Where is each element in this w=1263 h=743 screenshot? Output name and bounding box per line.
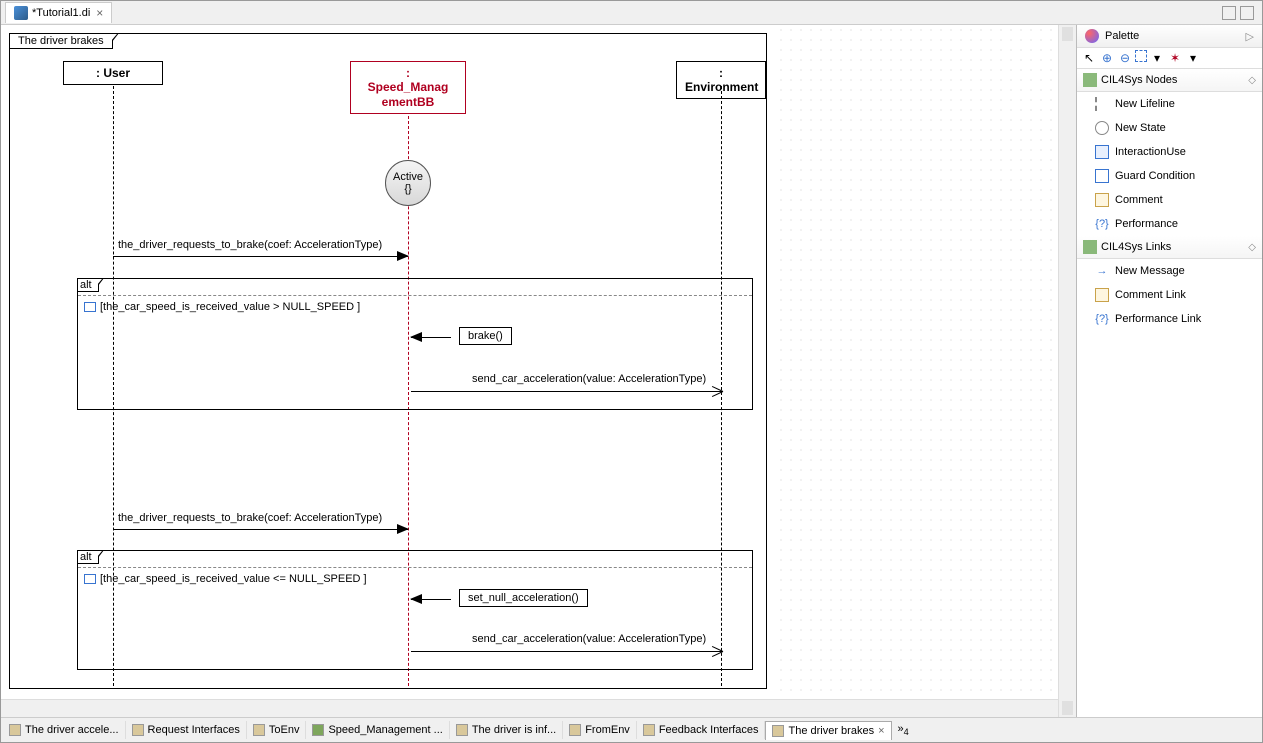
palette-title: Palette [1105, 30, 1139, 42]
guard-condition-1[interactable]: [the_car_speed_is_received_value > NULL_… [84, 301, 360, 313]
lifeline-user[interactable]: : User [63, 61, 163, 85]
alt-label: alt [77, 278, 99, 292]
alt-divider [78, 567, 752, 568]
palette-item-lifeline[interactable]: New Lifeline [1077, 92, 1262, 116]
comment-link-icon [1095, 288, 1109, 302]
diagram-icon [772, 725, 784, 737]
performance-link-icon: {?} [1095, 312, 1109, 326]
message-arrow[interactable] [411, 651, 722, 652]
vertical-scrollbar[interactable] [1058, 25, 1076, 717]
message-icon: → [1095, 264, 1109, 278]
file-icon [14, 6, 28, 20]
diagram-icon [456, 724, 468, 736]
comment-icon [1095, 193, 1109, 207]
palette-item-performance[interactable]: {?}Performance [1077, 212, 1262, 236]
message-label[interactable]: send_car_acceleration(value: Acceleratio… [472, 633, 706, 645]
pointer-tool-icon[interactable]: ↖ [1081, 50, 1097, 66]
self-message-arrow [411, 599, 451, 600]
self-message-arrow [411, 337, 451, 338]
close-icon[interactable]: × [96, 6, 103, 20]
palette-section-links[interactable]: CIL4Sys Links ◇ [1077, 236, 1262, 259]
message-label[interactable]: the_driver_requests_to_brake(coef: Accel… [118, 512, 382, 524]
more-tabs[interactable]: »4 [892, 720, 915, 740]
editor-tab-title: *Tutorial1.di [32, 7, 90, 19]
diagram-icon [643, 724, 655, 736]
diagram-icon [569, 724, 581, 736]
alt-label: alt [77, 550, 99, 564]
marquee-tool-icon[interactable] [1135, 50, 1147, 62]
state-active[interactable]: Active {} [385, 160, 431, 206]
diagram-tab[interactable]: ToEnv [247, 721, 307, 739]
message-arrow[interactable] [411, 391, 722, 392]
canvas-dotted-background [776, 25, 1076, 717]
diagram-tab[interactable]: The driver is inf... [450, 721, 563, 739]
diagram-tab[interactable]: Speed_Management ... [306, 721, 449, 739]
interactionuse-icon [1095, 145, 1109, 159]
self-message-brake[interactable]: brake() [459, 327, 512, 345]
palette-icon [1085, 29, 1099, 43]
frame-label[interactable]: The driver brakes [9, 33, 113, 49]
palette: Palette ▷ ↖ ⊕ ⊖ ▾ ✶ ▾ CIL4Sys Nodes ◇ Ne… [1076, 25, 1262, 717]
chevron-right-icon[interactable]: ▷ [1246, 30, 1254, 43]
palette-section-nodes[interactable]: CIL4Sys Nodes ◇ [1077, 69, 1262, 92]
maximize-icon[interactable] [1240, 6, 1254, 20]
diagram-tab-bar: The driver accele... Request Interfaces … [1, 717, 1262, 742]
diagram-tab[interactable]: FromEnv [563, 721, 637, 739]
main-area: The driver brakes : User :Speed_Manageme… [1, 25, 1262, 717]
state-icon [1095, 121, 1109, 135]
lifeline-icon [1095, 97, 1109, 111]
performance-icon: {?} [1095, 217, 1109, 231]
diagram-icon [9, 724, 21, 736]
palette-item-message[interactable]: →New Message [1077, 259, 1262, 283]
close-icon[interactable]: × [878, 725, 884, 737]
minimize-icon[interactable] [1222, 6, 1236, 20]
guard-icon [84, 574, 96, 584]
lifeline-speed[interactable]: :Speed_ManagementBB [350, 61, 466, 114]
palette-item-perflink[interactable]: {?}Performance Link [1077, 307, 1262, 331]
palette-item-guard[interactable]: Guard Condition [1077, 164, 1262, 188]
guard-condition-2[interactable]: [the_car_speed_is_received_value <= NULL… [84, 573, 367, 585]
diagram-icon [312, 724, 324, 736]
section-icon [1083, 240, 1097, 254]
diagram-canvas[interactable]: The driver brakes : User :Speed_Manageme… [1, 25, 1076, 717]
self-message-setnull[interactable]: set_null_acceleration() [459, 589, 588, 607]
editor-tab[interactable]: *Tutorial1.di × [5, 2, 112, 23]
message-arrow[interactable] [113, 529, 408, 530]
alt-fragment-1[interactable]: alt [the_car_speed_is_received_value > N… [77, 278, 753, 410]
diagram-tab[interactable]: The driver accele... [3, 721, 126, 739]
message-label[interactable]: the_driver_requests_to_brake(coef: Accel… [118, 239, 382, 251]
collapse-icon[interactable]: ◇ [1248, 75, 1256, 86]
palette-item-commentlink[interactable]: Comment Link [1077, 283, 1262, 307]
palette-item-interactionuse[interactable]: InteractionUse [1077, 140, 1262, 164]
diagram-tab[interactable]: Request Interfaces [126, 721, 247, 739]
alt-fragment-2[interactable]: alt [the_car_speed_is_received_value <= … [77, 550, 753, 670]
window-controls [1222, 6, 1254, 20]
connector-tool-icon[interactable]: ✶ [1167, 50, 1183, 66]
editor-tab-bar: *Tutorial1.di × [1, 1, 1262, 25]
alt-divider [78, 295, 752, 296]
collapse-icon[interactable]: ◇ [1248, 242, 1256, 253]
guard-icon [84, 302, 96, 312]
palette-item-comment[interactable]: Comment [1077, 188, 1262, 212]
zoom-in-icon[interactable]: ⊕ [1099, 50, 1115, 66]
horizontal-scrollbar[interactable] [1, 699, 1058, 717]
diagram-icon [253, 724, 265, 736]
dropdown-icon[interactable]: ▾ [1185, 50, 1201, 66]
palette-tools: ↖ ⊕ ⊖ ▾ ✶ ▾ [1077, 48, 1262, 69]
dropdown-icon[interactable]: ▾ [1149, 50, 1165, 66]
diagram-tab-active[interactable]: The driver brakes× [765, 721, 891, 740]
palette-header[interactable]: Palette ▷ [1077, 25, 1262, 48]
section-icon [1083, 73, 1097, 87]
diagram-tab[interactable]: Feedback Interfaces [637, 721, 766, 739]
interaction-frame[interactable]: The driver brakes : User :Speed_Manageme… [9, 33, 767, 689]
palette-item-state[interactable]: New State [1077, 116, 1262, 140]
diagram-icon [132, 724, 144, 736]
message-arrow[interactable] [113, 256, 408, 257]
guard-icon [1095, 169, 1109, 183]
message-label[interactable]: send_car_acceleration(value: Acceleratio… [472, 373, 706, 385]
zoom-out-icon[interactable]: ⊖ [1117, 50, 1133, 66]
